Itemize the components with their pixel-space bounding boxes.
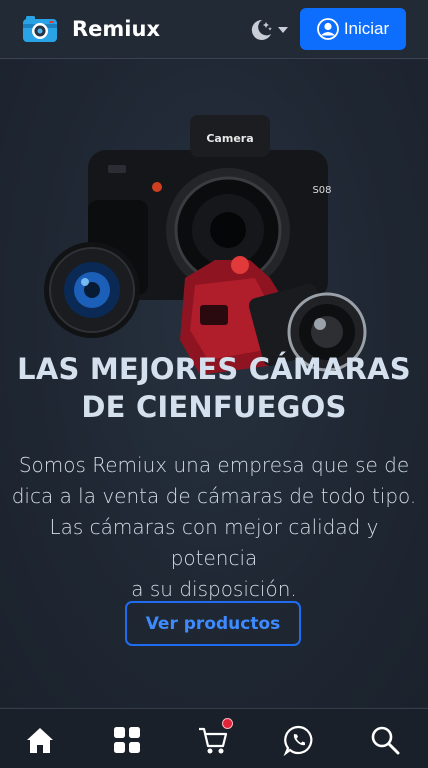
cart-badge — [222, 718, 233, 729]
brand-link[interactable]: Remiux — [22, 15, 160, 43]
view-products-button[interactable]: Ver productos — [125, 601, 301, 646]
hero-text-line-3: Las cámaras con mejor calidad y potencia — [49, 515, 379, 570]
camera-icon — [23, 16, 57, 42]
search-icon[interactable] — [369, 724, 401, 756]
home-icon[interactable] — [24, 724, 56, 756]
theme-toggle-dropdown[interactable] — [248, 16, 294, 44]
login-button[interactable]: Iniciar — [300, 8, 406, 50]
chevron-down-icon — [278, 27, 288, 33]
hero-text-line-2: dica a la venta de cámaras de todo tipo. — [11, 484, 417, 508]
hero-section: Camera S08 LAS MEJORES CÁMARAS DE CIENFU… — [0, 60, 428, 707]
cameras-image: Camera S08 — [44, 115, 367, 375]
hero-text-line-1: Somos Remiux una empresa que se de — [18, 453, 410, 477]
hero-title: LAS MEJORES CÁMARAS DE CIENFUEGOS — [0, 350, 428, 426]
grid-icon[interactable] — [111, 724, 143, 756]
whatsapp-icon[interactable] — [283, 724, 315, 756]
top-navbar: Remiux Iniciar — [0, 0, 428, 59]
user-circle-icon — [316, 18, 339, 40]
cart-icon[interactable] — [197, 724, 229, 756]
hero-title-line-2: DE CIENFUEGOS — [81, 390, 347, 424]
model-badge-text: S08 — [312, 185, 331, 196]
hero-description: Somos Remiux una empresa que se de dica … — [6, 450, 422, 605]
moon-stars-icon — [251, 19, 272, 40]
bottom-nav — [0, 708, 428, 768]
camera-label-text: Camera — [206, 132, 253, 145]
brand-name: Remiux — [72, 17, 160, 41]
login-label: Iniciar — [343, 19, 390, 38]
hero-title-line-1: LAS MEJORES CÁMARAS — [17, 352, 411, 386]
